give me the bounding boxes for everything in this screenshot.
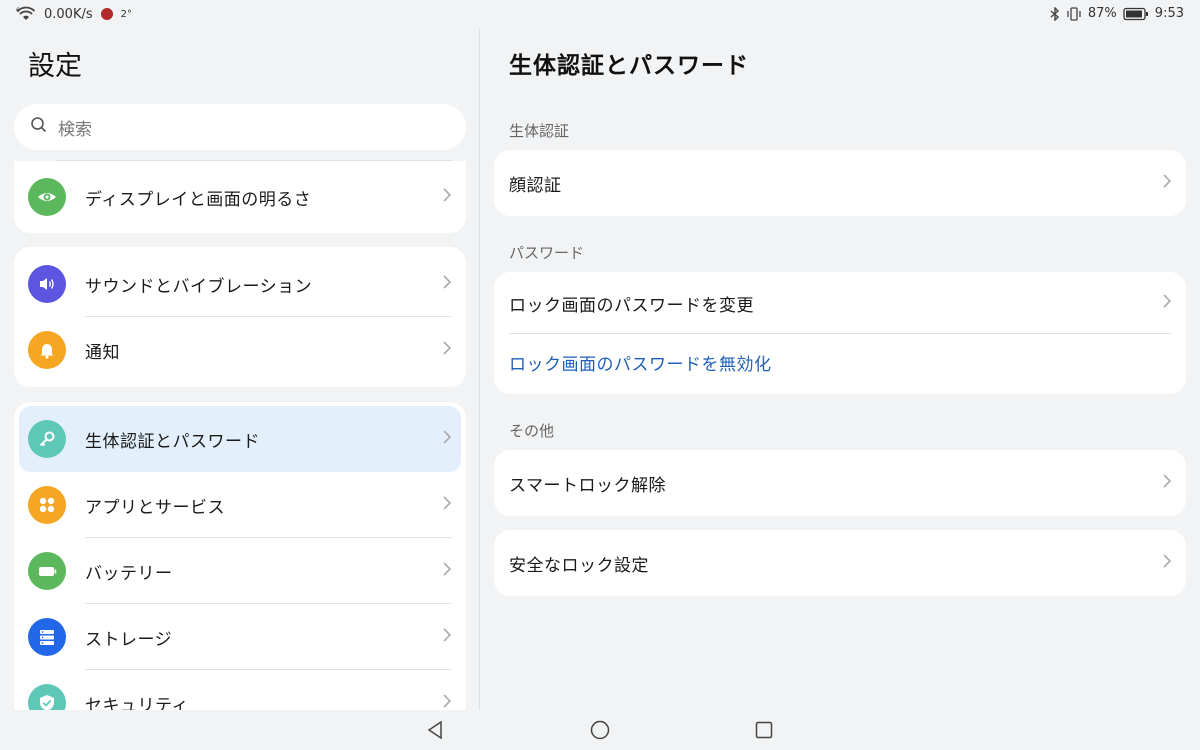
chevron-right-icon xyxy=(442,693,452,710)
chevron-right-icon xyxy=(442,187,452,207)
settings-group-display: ディスプレイと画面の明るさ xyxy=(14,160,466,233)
row-label: スマートロック解除 xyxy=(509,475,666,496)
settings-item-label: アプリとサービス xyxy=(85,497,225,518)
settings-item-display[interactable]: ディスプレイと画面の明るさ xyxy=(14,164,466,230)
status-bar: 6 0.00K/s 2° 87% 9:53 xyxy=(0,0,1200,28)
secure-lock-card: 安全なロック設定 xyxy=(494,530,1186,596)
bluetooth-icon xyxy=(1050,6,1060,21)
chevron-right-icon xyxy=(442,274,452,294)
settings-item-label: サウンドとバイブレーション xyxy=(85,276,313,297)
search-input[interactable]: 検索 xyxy=(14,104,466,150)
battery-status-icon xyxy=(1123,7,1149,21)
row-label: 安全なロック設定 xyxy=(509,555,649,576)
row-label: 顔認証 xyxy=(509,175,562,196)
notification-app-icon xyxy=(100,8,113,20)
section-header-biometrics: 生体認証 xyxy=(509,122,570,140)
vibrate-icon xyxy=(1066,6,1082,21)
section-header-password: パスワード xyxy=(509,244,585,262)
battery-icon xyxy=(28,552,66,590)
settings-item-apps[interactable]: アプリとサービス xyxy=(14,472,466,538)
settings-item-security[interactable]: セキュリティ xyxy=(14,670,466,710)
change-lock-password-row[interactable]: ロック画面のパスワードを変更 xyxy=(494,272,1186,334)
search-icon xyxy=(30,116,58,138)
settings-group-sound: サウンドとバイブレーション 通知 xyxy=(14,247,466,387)
speaker-icon xyxy=(28,265,66,303)
chevron-right-icon xyxy=(1162,473,1172,493)
settings-item-label: ストレージ xyxy=(85,629,173,650)
home-icon[interactable] xyxy=(589,719,611,745)
settings-group-security: 生体認証とパスワード アプリとサービス バッテリー ストレージ セキュリティ xyxy=(14,402,466,710)
chevron-right-icon xyxy=(1162,293,1172,313)
biometrics-card: 顔認証 xyxy=(494,150,1186,216)
detail-pane: 生体認証とパスワード 生体認証 顔認証 パスワード ロック画面のパスワードを変更… xyxy=(480,28,1200,710)
apps-grid-icon xyxy=(28,486,66,524)
settings-item-storage[interactable]: ストレージ xyxy=(14,604,466,670)
settings-list-pane: 設定 検索 ディスプレイと画面の明るさ サウンドとバイブレーション 通知 生体認… xyxy=(0,28,480,710)
password-card: ロック画面のパスワードを変更 ロック画面のパスワードを無効化 xyxy=(494,272,1186,394)
battery-percent: 87% xyxy=(1087,6,1117,21)
face-recognition-row[interactable]: 顔認証 xyxy=(494,150,1186,216)
row-label: ロック画面のパスワードを無効化 xyxy=(509,354,772,375)
wifi-icon: 6 xyxy=(16,6,36,22)
settings-item-notifications[interactable]: 通知 xyxy=(14,317,466,383)
secure-lock-settings-row[interactable]: 安全なロック設定 xyxy=(494,530,1186,596)
settings-item-sound[interactable]: サウンドとバイブレーション xyxy=(14,251,466,317)
page-title: 設定 xyxy=(28,51,82,82)
smart-unlock-row[interactable]: スマートロック解除 xyxy=(494,450,1186,516)
shield-check-icon xyxy=(28,684,66,710)
chevron-right-icon xyxy=(442,429,452,449)
back-icon[interactable] xyxy=(425,719,447,745)
row-label: ロック画面のパスワードを変更 xyxy=(509,295,754,316)
settings-item-biometrics[interactable]: 生体認証とパスワード xyxy=(19,406,461,472)
network-speed: 0.00K/s xyxy=(44,6,93,22)
svg-text:6: 6 xyxy=(16,7,20,14)
chevron-right-icon xyxy=(442,340,452,360)
storage-icon xyxy=(28,618,66,656)
other-card: スマートロック解除 xyxy=(494,450,1186,516)
settings-item-label: 生体認証とパスワード xyxy=(85,431,260,452)
clock: 9:53 xyxy=(1154,6,1184,21)
settings-item-battery[interactable]: バッテリー xyxy=(14,538,466,604)
detail-title: 生体認証とパスワード xyxy=(509,53,749,79)
bell-icon xyxy=(28,331,66,369)
key-icon xyxy=(28,420,66,458)
system-navigation-bar xyxy=(0,710,1200,750)
settings-item-label: 通知 xyxy=(85,342,120,363)
temperature: 2° xyxy=(120,8,132,20)
chevron-right-icon xyxy=(1162,553,1172,573)
chevron-right-icon xyxy=(442,561,452,581)
recents-icon[interactable] xyxy=(753,719,775,745)
section-header-other: その他 xyxy=(509,422,555,440)
settings-item-label: バッテリー xyxy=(85,563,173,584)
eye-icon xyxy=(28,178,66,216)
disable-lock-password-link[interactable]: ロック画面のパスワードを無効化 xyxy=(494,334,1186,390)
chevron-right-icon xyxy=(442,627,452,647)
chevron-right-icon xyxy=(442,495,452,515)
settings-item-label: セキュリティ xyxy=(85,695,189,711)
divider xyxy=(56,160,452,161)
chevron-right-icon xyxy=(1162,173,1172,193)
settings-item-label: ディスプレイと画面の明るさ xyxy=(85,189,312,210)
search-placeholder: 検索 xyxy=(58,119,92,140)
